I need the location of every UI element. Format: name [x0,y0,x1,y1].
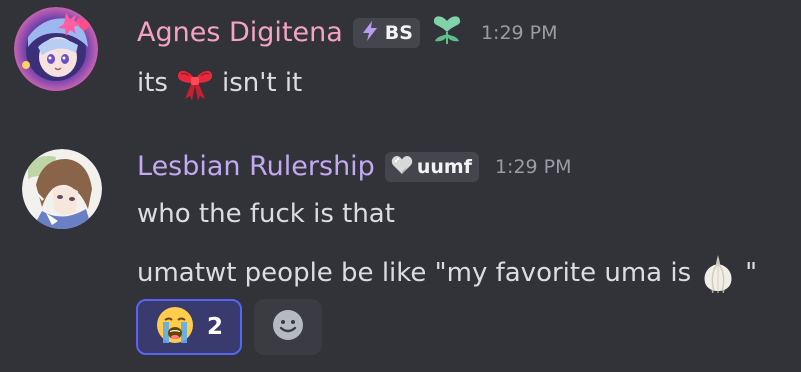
reaction-count: 2 [206,314,223,340]
loudly-crying-face-emoji [155,305,195,349]
message-header: Lesbian Rulership uumf 1:29 PM [137,148,572,186]
add-reaction-button[interactable] [254,299,322,355]
red-ribbon-emoji[interactable] [175,63,215,103]
reactions-bar: 2 [136,299,322,355]
garlic-emoji[interactable] [698,253,738,293]
message-content: its isn't it [137,63,302,103]
message-text: who the fuck is that [137,199,395,229]
heart-icon [391,155,413,180]
add-reaction-icon [271,308,305,346]
message-text: its [137,68,168,98]
avatar[interactable] [22,149,102,229]
heart-leaf-icon[interactable] [429,14,465,52]
server-tag[interactable]: uumf [384,152,479,182]
message-content: umatwt people be like "my favorite uma i… [137,253,757,293]
message-text: isn't it [221,68,303,98]
username[interactable]: Lesbian Rulership [137,148,375,186]
server-tag[interactable]: BS [352,18,420,48]
reaction-crying-face[interactable]: 2 [136,299,242,355]
message-text: umatwt people be like "my favorite uma i… [137,258,692,288]
message-content: who the fuck is that [137,197,395,231]
server-tag-label: BS [384,22,413,44]
timestamp[interactable]: 1:29 PM [495,156,572,178]
timestamp[interactable]: 1:29 PM [481,22,558,44]
username[interactable]: Agnes Digitena [137,14,343,52]
message-header: Agnes Digitena BS 1:29 PM [137,14,558,52]
lightning-icon [359,20,381,47]
avatar[interactable] [14,7,98,91]
server-tag-label: uumf [416,156,472,178]
message-text: " [745,258,758,288]
